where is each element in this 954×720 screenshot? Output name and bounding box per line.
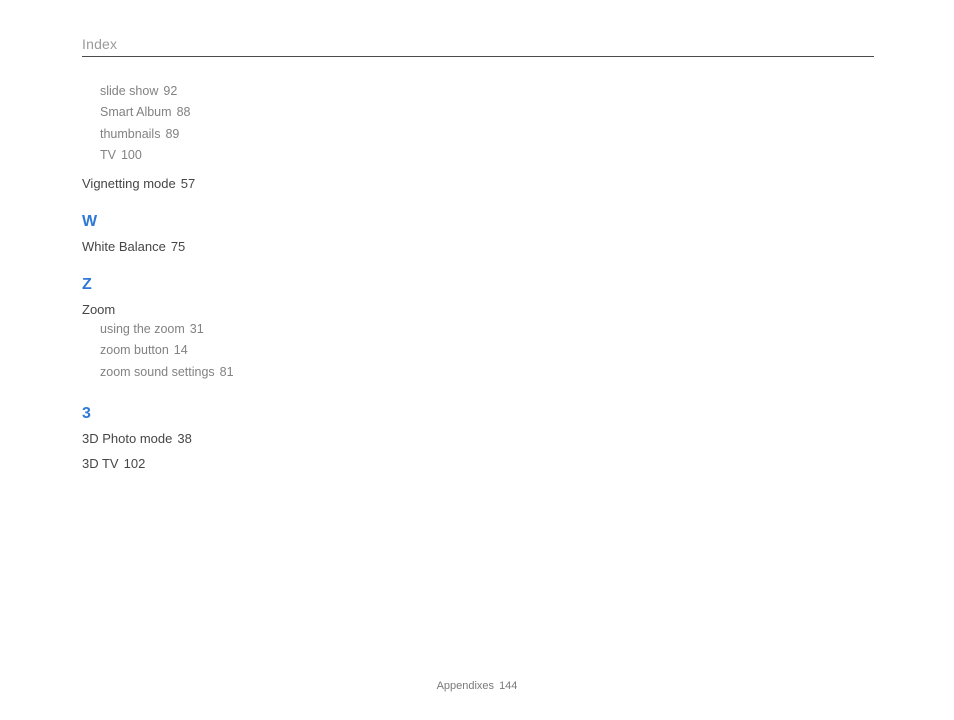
index-subentry: TV 100: [100, 145, 874, 166]
footer-label: Appendixes: [437, 680, 495, 692]
subentry-page: 81: [220, 365, 234, 379]
entry-page: 102: [124, 456, 146, 471]
entry-label: 3D TV: [82, 456, 119, 471]
index-page: Index slide show 92 Smart Album 88 thumbna…: [0, 0, 954, 720]
subentry-label: zoom sound settings: [100, 365, 215, 379]
subentry-page: 89: [165, 127, 179, 141]
index-entry-3d-photo: 3D Photo mode 38: [82, 431, 874, 446]
index-entry-zoom: Zoom: [82, 302, 874, 317]
index-content: slide show92 Smart Album88 thumbnails89 …: [82, 81, 874, 471]
subentry-label: Smart Album: [100, 105, 172, 119]
subentry-label: slide show: [100, 84, 158, 98]
subentry-label: zoom button: [100, 343, 169, 357]
subentry-page: 14: [174, 343, 188, 357]
index-entry-white-balance: White Balance 75: [82, 239, 874, 254]
subentry-label: TV: [100, 148, 116, 162]
zoom-sub-list: using the zoom 31 zoom button 14 zoom soun…: [82, 319, 874, 383]
index-subentry: zoom button 14: [100, 340, 874, 361]
section-letter-w: W: [82, 213, 874, 231]
entry-label: 3D Photo mode: [82, 431, 172, 446]
entry-page: 38: [177, 431, 191, 446]
footer-page: 144: [499, 680, 517, 692]
index-entry-vignetting: Vignetting mode 57: [82, 176, 874, 191]
initial-sub-list: slide show92 Smart Album88 thumbnails89 …: [82, 81, 874, 166]
subentry-page: 100: [121, 148, 142, 162]
entry-label: Vignetting mode: [82, 176, 176, 191]
subentry-label: using the zoom: [100, 322, 185, 336]
index-subentry: Smart Album 88: [100, 102, 874, 123]
entry-label: Zoom: [82, 302, 115, 317]
index-subentry: using the zoom 31: [100, 319, 874, 340]
subentry-label: thumbnails: [100, 127, 160, 141]
page-footer: Appendixes 144: [0, 680, 954, 692]
entry-label: White Balance: [82, 239, 166, 254]
page-title: Index: [82, 36, 874, 57]
index-entry-3d-tv: 3D TV 102: [82, 456, 874, 471]
entry-page: 57: [181, 176, 195, 191]
subentry-page: 88: [177, 105, 191, 119]
subentry-page: 92: [163, 84, 177, 98]
section-letter-z: Z: [82, 276, 874, 294]
index-subentry: slide show 92: [100, 81, 874, 102]
section-letter-3: 3: [82, 405, 874, 423]
subentry-page: 31: [190, 322, 204, 336]
entry-page: 75: [171, 239, 185, 254]
index-subentry: thumbnails 89: [100, 124, 874, 145]
index-subentry: zoom sound settings 81: [100, 362, 874, 383]
